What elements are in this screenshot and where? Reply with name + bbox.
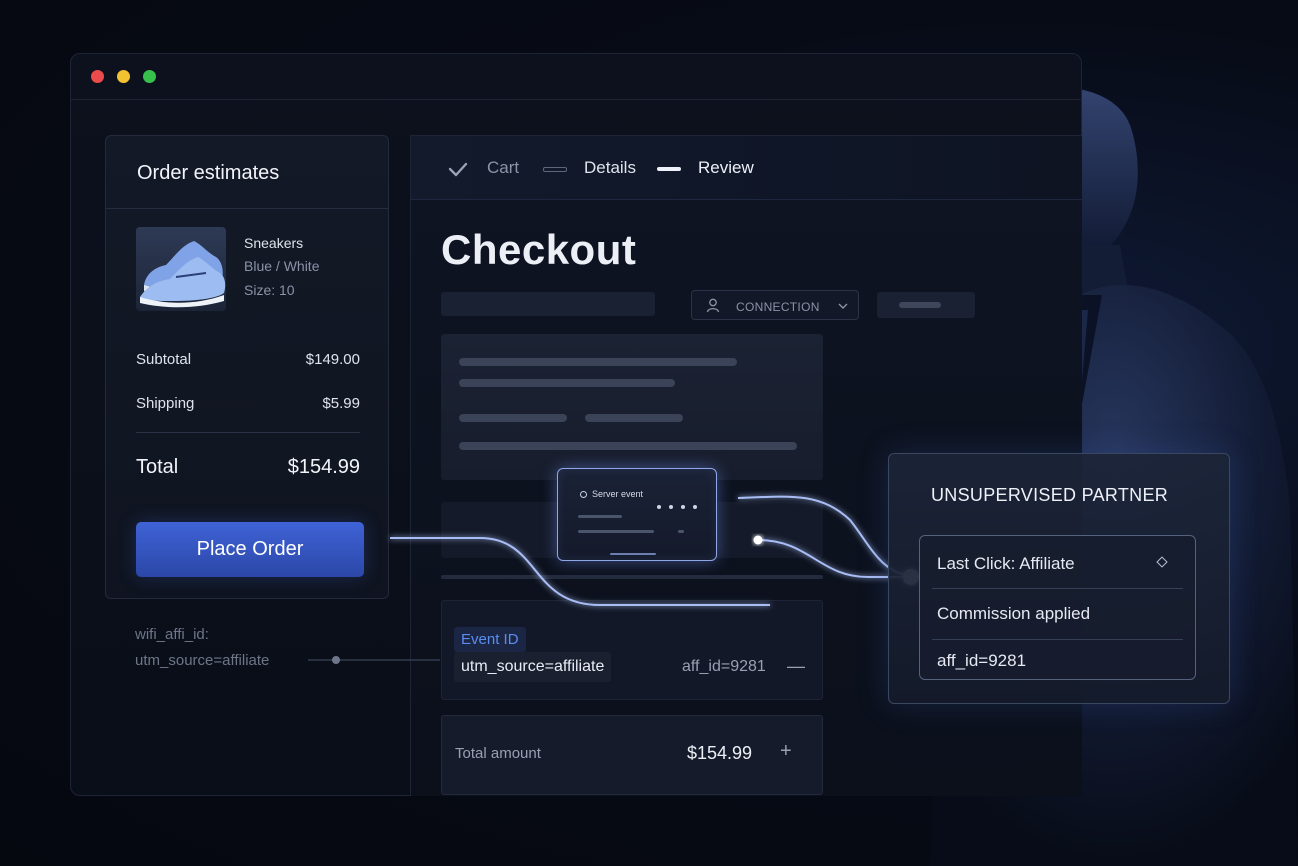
event-panel: Event ID utm_source=affiliate aff_id=928…: [441, 600, 823, 700]
placeholder-field: [441, 292, 655, 316]
divider: [932, 588, 1183, 589]
placeholder-line: [578, 530, 654, 533]
product-size: Size: 10: [244, 282, 295, 298]
total-value: $154.99: [287, 456, 360, 478]
partner-panel: UNSUPERVISED PARTNER Last Click: Affilia…: [888, 453, 1230, 704]
attribution-list: Last Click: Affiliate Commission applied…: [919, 535, 1196, 680]
total-amount-value: $154.99: [687, 743, 753, 763]
attribution-row: Commission applied: [937, 604, 1091, 623]
placeholder-line: [459, 379, 675, 387]
server-event-icon: [580, 491, 587, 498]
maximize-window-button[interactable]: [143, 70, 156, 83]
total-label: Total: [136, 456, 179, 478]
subtotal-label: Subtotal: [136, 351, 192, 368]
tracking-param-label: wifi_affi_id:: [135, 626, 209, 643]
utm-source-chip: utm_source=affiliate: [454, 652, 612, 682]
checkout-stepper: Cart Details Review: [411, 136, 1083, 200]
server-event-label: Server event: [592, 489, 644, 499]
placeholder-block: [441, 334, 823, 480]
tracking-param-value: utm_source=affiliate: [135, 652, 270, 669]
attribution-row: aff_id=9281: [937, 651, 1027, 670]
step-details[interactable]: Details: [584, 158, 636, 178]
total-amount-label: Total amount: [455, 745, 541, 762]
check-icon: [448, 162, 468, 177]
divider: [136, 432, 360, 433]
divider: [441, 575, 823, 579]
plus-icon[interactable]: +: [780, 740, 792, 763]
dot: [657, 505, 661, 509]
dot: [669, 505, 673, 509]
dot: [693, 505, 697, 509]
chevron-down-icon: [838, 303, 848, 309]
page-title: Checkout: [441, 226, 637, 273]
place-order-button[interactable]: Place Order: [136, 522, 364, 577]
close-window-button[interactable]: [91, 70, 104, 83]
connection-dropdown[interactable]: CONNECTION: [691, 290, 859, 320]
connection-label: CONNECTION: [736, 300, 820, 314]
subtotal-value: $149.00: [305, 351, 360, 368]
divider: [932, 639, 1183, 640]
total-amount-panel: Total amount $154.99 +: [441, 715, 823, 795]
step-cart[interactable]: Cart: [487, 158, 519, 178]
event-id-tag: Event ID: [454, 627, 526, 652]
window-titlebar: [71, 54, 1081, 100]
placeholder-line: [899, 302, 941, 308]
shipping-label: Shipping: [136, 395, 195, 412]
dot: [681, 505, 685, 509]
server-event-card: Server event: [557, 468, 717, 561]
placeholder-line: [585, 414, 683, 422]
placeholder-line: [578, 515, 622, 518]
divider: [106, 208, 388, 209]
product-name: Sneakers: [244, 235, 304, 251]
diamond-icon: [1156, 556, 1168, 568]
order-estimates-title: Order estimates: [137, 162, 280, 184]
attribution-row: Last Click: Affiliate: [937, 554, 1075, 573]
placeholder-line: [459, 442, 797, 450]
shipping-value: $5.99: [322, 395, 360, 412]
aff-id-value: aff_id=9281: [682, 658, 766, 675]
order-estimates-card: Order estimates Sneakers Blue / White Si…: [105, 135, 389, 599]
step-review[interactable]: Review: [698, 158, 754, 178]
product-color: Blue / White: [244, 258, 320, 274]
minimize-window-button[interactable]: [117, 70, 130, 83]
sneaker-image: [136, 227, 226, 311]
placeholder-line: [678, 530, 684, 533]
placeholder-line: [610, 553, 656, 555]
step-review-indicator: [657, 167, 681, 171]
step-details-indicator: [543, 167, 567, 172]
minus-icon[interactable]: —: [787, 656, 805, 677]
partner-title: UNSUPERVISED PARTNER: [931, 485, 1169, 505]
placeholder-line: [459, 358, 737, 366]
placeholder-line: [459, 414, 567, 422]
user-icon: [706, 298, 720, 313]
